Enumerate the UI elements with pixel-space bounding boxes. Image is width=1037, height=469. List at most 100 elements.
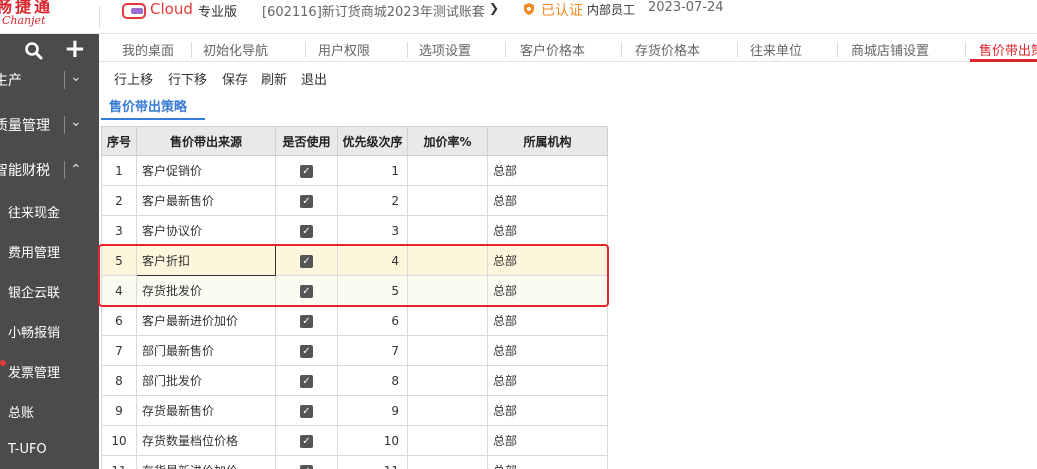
certified-shield-icon — [524, 3, 534, 15]
checkbox[interactable]: ✓ — [300, 464, 313, 469]
sidebar-item-ledger[interactable]: 总账 — [0, 396, 99, 426]
column-header-used[interactable]: 是否使用 — [275, 126, 338, 156]
sidebar-item-tufo[interactable]: T-UFO — [0, 436, 99, 466]
table-row[interactable]: 2 客户最新售价 ✓ 2 总部 — [101, 185, 608, 216]
tab-user-permissions[interactable]: 用户权限 — [318, 40, 370, 59]
highlight-annotation-box — [98, 244, 609, 307]
checkbox[interactable]: ✓ — [300, 164, 313, 178]
priority-cell[interactable]: 11 — [337, 455, 408, 469]
used-cell[interactable]: ✓ — [275, 155, 338, 186]
tab-price-strategy[interactable]: 售价带出策略 — [979, 40, 1037, 59]
tab-store-settings[interactable]: 商城店铺设置 — [851, 40, 929, 59]
table-row[interactable]: 11存货最新进价加价✓11总部 — [101, 455, 608, 469]
used-cell[interactable]: ✓ — [275, 365, 338, 396]
chevron-down-icon[interactable]: ⌄ — [70, 114, 82, 130]
checkbox[interactable]: ✓ — [300, 404, 313, 418]
table-row[interactable]: 1 客户促销价 ✓ 1 总部 — [101, 155, 608, 186]
tab-inventory-pricebook[interactable]: 存货价格本 — [635, 40, 700, 59]
checkbox[interactable]: ✓ — [300, 434, 313, 448]
move-row-up-button[interactable]: 行上移 — [114, 69, 153, 88]
checkbox[interactable]: ✓ — [300, 374, 313, 388]
source-cell[interactable]: 存货最新售价 — [136, 395, 276, 426]
column-header-priority[interactable]: 优先级次序 — [337, 126, 408, 156]
product-name: Cloud — [150, 0, 193, 18]
search-icon[interactable] — [24, 41, 44, 61]
sidebar-item-cash[interactable]: 往来现金 — [0, 196, 99, 226]
sidebar-item-invoice[interactable]: 发票管理 — [0, 356, 99, 386]
source-cell[interactable]: 部门最新售价 — [136, 335, 276, 366]
column-header-org[interactable]: 所属机构 — [487, 126, 608, 156]
tab-options[interactable]: 选项设置 — [419, 40, 471, 59]
sidebar-item-label: 小畅报销 — [8, 326, 61, 341]
priority-cell[interactable]: 10 — [337, 425, 408, 456]
priority-cell[interactable]: 3 — [337, 215, 408, 246]
used-cell[interactable]: ✓ — [275, 455, 338, 469]
markup-cell[interactable] — [407, 395, 488, 426]
sidebar-group-label: 智能财税 — [0, 163, 50, 179]
source-cell[interactable]: 客户最新进价加价 — [136, 305, 276, 336]
source-cell[interactable]: 客户促销价 — [136, 155, 276, 186]
table-row[interactable]: 7 部门最新售价 ✓ 7 总部 — [101, 335, 608, 366]
markup-cell[interactable] — [407, 305, 488, 336]
sidebar-group-label: 生产 — [0, 73, 22, 89]
priority-cell[interactable]: 7 — [337, 335, 408, 366]
used-cell[interactable]: ✓ — [275, 305, 338, 336]
markup-cell[interactable] — [407, 425, 488, 456]
priority-cell[interactable]: 6 — [337, 305, 408, 336]
edition-label: 专业版 — [198, 5, 238, 20]
source-cell[interactable]: 存货数量档位价格 — [136, 425, 276, 456]
sidebar-item-reimburse[interactable]: 小畅报销 — [0, 316, 99, 346]
markup-cell[interactable] — [407, 335, 488, 366]
move-row-down-button[interactable]: 行下移 — [168, 69, 207, 88]
used-cell[interactable]: ✓ — [275, 395, 338, 426]
checkbox[interactable]: ✓ — [300, 344, 313, 358]
column-header-markup[interactable]: 加价率% — [407, 126, 488, 156]
sidebar-item-expense[interactable]: 费用管理 — [0, 236, 99, 266]
used-cell[interactable]: ✓ — [275, 335, 338, 366]
source-cell[interactable]: 部门批发价 — [136, 365, 276, 396]
tab-partners[interactable]: 往来单位 — [750, 40, 802, 59]
used-cell[interactable]: ✓ — [275, 215, 338, 246]
markup-cell[interactable] — [407, 365, 488, 396]
source-cell[interactable]: 存货最新进价加价 — [136, 455, 276, 469]
source-cell[interactable]: 客户协议价 — [136, 215, 276, 246]
sidebar-group-finance[interactable]: 智能财税 ⌃ — [0, 154, 99, 186]
sidebar-group-quality[interactable]: 质量管理 ⌄ — [0, 109, 99, 141]
tab-init-guide[interactable]: 初始化导航 — [203, 40, 268, 59]
priority-cell[interactable]: 9 — [337, 395, 408, 426]
priority-cell[interactable]: 2 — [337, 185, 408, 216]
checkbox[interactable]: ✓ — [300, 194, 313, 208]
table-row[interactable]: 8 部门批发价 ✓ 8 总部 — [101, 365, 608, 396]
exit-button[interactable]: 退出 — [301, 69, 327, 88]
used-cell[interactable]: ✓ — [275, 185, 338, 216]
table-row[interactable]: 10 存货数量档位价格 ✓ 10 总部 — [101, 425, 608, 456]
markup-cell[interactable] — [407, 215, 488, 246]
markup-cell[interactable] — [407, 185, 488, 216]
table-row[interactable]: 9 存货最新售价 ✓ 9 总部 — [101, 395, 608, 426]
column-header-no[interactable]: 序号 — [101, 126, 137, 156]
sidebar-group-production[interactable]: 生产 ⌄ — [0, 64, 99, 96]
checkbox[interactable]: ✓ — [300, 224, 313, 238]
source-cell[interactable]: 客户最新售价 — [136, 185, 276, 216]
add-icon[interactable]: + — [64, 36, 86, 62]
chevron-up-icon[interactable]: ⌃ — [70, 162, 82, 178]
tab-customer-pricebook[interactable]: 客户价格本 — [520, 40, 585, 59]
subtab-price-strategy[interactable]: 售价带出策略 — [109, 96, 187, 115]
checkbox[interactable]: ✓ — [300, 314, 313, 328]
account-selector[interactable]: [602116]新订货商城2023年测试账套 — [262, 1, 485, 20]
priority-cell[interactable]: 8 — [337, 365, 408, 396]
tab-desktop[interactable]: 我的桌面 — [122, 40, 174, 59]
chevron-down-icon[interactable]: ⌄ — [70, 69, 82, 85]
table-row[interactable]: 6 客户最新进价加价 ✓ 6 总部 — [101, 305, 608, 336]
column-header-source[interactable]: 售价带出来源 — [136, 126, 276, 156]
markup-cell[interactable] — [407, 155, 488, 186]
save-button[interactable]: 保存 — [222, 69, 248, 88]
sidebar-item-bank[interactable]: 银企云联 — [0, 276, 99, 306]
group-divider — [64, 116, 65, 134]
priority-cell[interactable]: 1 — [337, 155, 408, 186]
table-row[interactable]: 3 客户协议价 ✓ 3 总部 — [101, 215, 608, 246]
refresh-button[interactable]: 刷新 — [261, 69, 287, 88]
chevron-down-icon[interactable]: ❯ — [489, 1, 499, 15]
used-cell[interactable]: ✓ — [275, 425, 338, 456]
markup-cell[interactable] — [407, 455, 488, 469]
